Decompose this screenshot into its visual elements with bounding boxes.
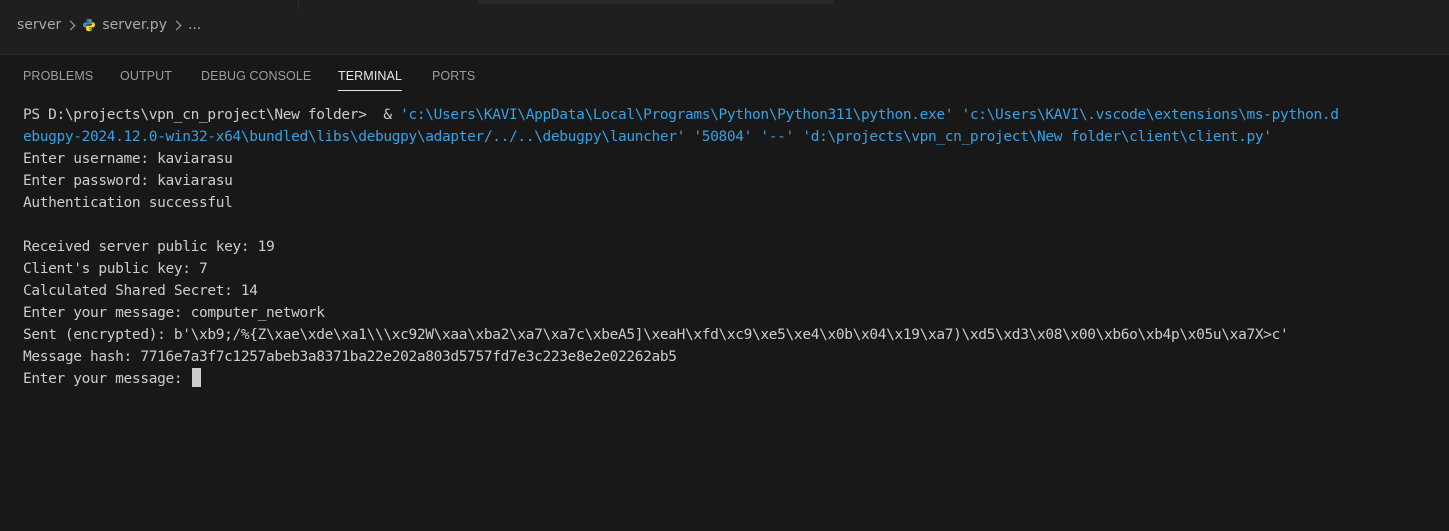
terminal-input-line[interactable]: Enter your message: — [23, 368, 1433, 390]
chevron-right-icon — [171, 20, 182, 30]
tab-problems[interactable]: PROBLEMS — [23, 69, 93, 83]
terminal-line: Authentication successful — [23, 195, 233, 211]
tab-debug-console[interactable]: DEBUG CONSOLE — [201, 69, 311, 83]
breadcrumb: server server.py ... — [17, 15, 201, 35]
terminal-line: Sent (encrypted): b'\xb9;/%{Z\xae\xde\xa… — [23, 327, 1289, 343]
tab-ports[interactable]: PORTS — [432, 69, 475, 83]
command-center-edge — [478, 0, 833, 4]
terminal-line: Enter username: kaviarasu — [23, 151, 233, 167]
code-line[interactable]: 1 import socket — [0, 38, 34, 54]
bottom-panel: PROBLEMS OUTPUT DEBUG CONSOLE TERMINAL P… — [0, 54, 1449, 531]
editor-area: server server.py ... 1 import socket — [0, 10, 1449, 54]
breadcrumb-folder[interactable]: server — [17, 17, 61, 33]
tab-output[interactable]: OUTPUT — [120, 69, 172, 83]
breadcrumb-ellipsis[interactable]: ... — [188, 17, 201, 33]
terminal-line: Message hash: 7716e7a3f7c1257abeb3a8371b… — [23, 349, 677, 365]
terminal-output[interactable]: PS D:\projects\vpn_cn_project\New folder… — [23, 104, 1433, 390]
breadcrumb-file[interactable]: server.py — [102, 17, 167, 33]
terminal-line: Received server public key: 19 — [23, 239, 275, 255]
terminal-line: Enter your message: computer_network — [23, 305, 325, 321]
terminal-prompt: PS D:\projects\vpn_cn_project\New folder… — [23, 107, 401, 123]
tab-divider — [298, 0, 299, 10]
terminal-line: Enter password: kaviarasu — [23, 173, 233, 189]
terminal-command-line: PS D:\projects\vpn_cn_project\New folder… — [23, 104, 1433, 126]
terminal-command-continuation: ebugpy-2024.12.0-win32-x64\bundled\libs\… — [23, 129, 1272, 145]
terminal-line: Client's public key: 7 — [23, 261, 208, 277]
terminal-input-prompt: Enter your message: — [23, 371, 191, 387]
chevron-right-icon — [65, 20, 76, 30]
python-file-icon — [83, 18, 96, 32]
tab-terminal[interactable]: TERMINAL — [338, 69, 403, 91]
terminal-command: 'c:\Users\KAVI\AppData\Local\Programs\Py… — [400, 107, 1339, 123]
terminal-line: Calculated Shared Secret: 14 — [23, 283, 258, 299]
title-bar-strip — [0, 0, 1449, 10]
terminal-cursor — [191, 368, 201, 387]
